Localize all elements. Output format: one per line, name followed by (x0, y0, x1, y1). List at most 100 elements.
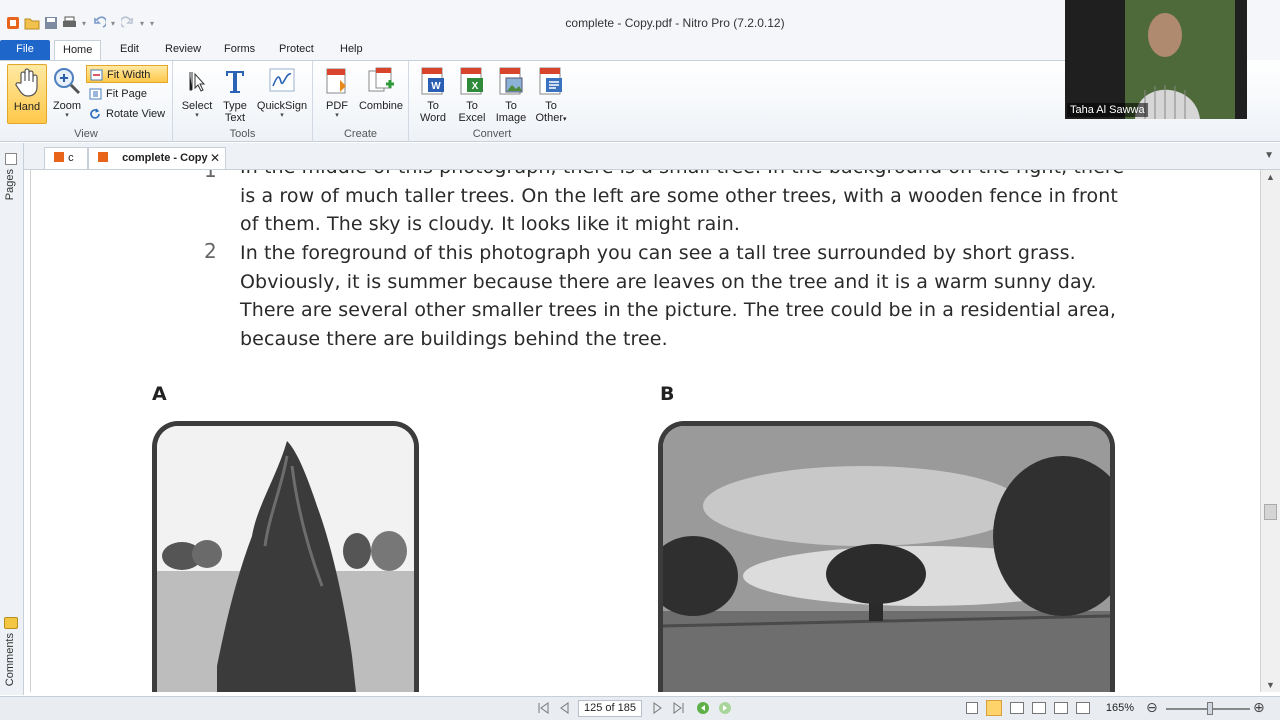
document-view[interactable]: 1 In the middle of this photograph, ther… (30, 170, 1256, 692)
to-word-label-2: Word (419, 112, 447, 124)
zoom-in-icon[interactable]: ⊕ (1253, 699, 1265, 716)
paragraph-number: 1 (204, 170, 217, 182)
forward-icon[interactable] (718, 701, 732, 715)
comments-panel-tab[interactable]: Comments (4, 633, 16, 686)
single-page-view-icon[interactable] (966, 702, 978, 714)
to-excel-label-2: Excel (458, 112, 486, 124)
chevron-down-icon: ▾ (335, 112, 339, 119)
paragraph-line: because there are buildings behind the t… (240, 327, 668, 350)
zoom-button[interactable]: Zoom ▾ (47, 64, 87, 124)
status-bar: 125 of 185 165% ⊖ ⊕ (0, 696, 1280, 720)
hand-tool-button[interactable]: Hand (7, 64, 47, 124)
select-label: Select (181, 100, 213, 112)
tools-group-label: Tools (229, 128, 256, 140)
combine-label: Combine (358, 100, 404, 112)
to-other-label-2: Other (535, 112, 563, 124)
zoom-label: Zoom (52, 100, 82, 112)
document-tab-active[interactable]: complete - Copy ✕ (88, 147, 226, 169)
fit-page-view-icon[interactable] (1076, 702, 1090, 714)
zoom-slider-thumb[interactable] (1207, 702, 1213, 715)
other-format-icon (539, 67, 562, 95)
webcam-feed (1065, 0, 1247, 119)
vertical-scrollbar[interactable]: ▲ ▼ (1260, 170, 1280, 692)
fit-width-button[interactable]: Fit Width (86, 65, 168, 83)
svg-text:X: X (472, 81, 479, 92)
fit-width-view-icon[interactable] (1054, 702, 1068, 714)
image-b-label: B (660, 383, 675, 405)
type-text-button[interactable]: Type Text (215, 64, 255, 124)
tab-help[interactable]: Help (332, 40, 371, 60)
to-word-button[interactable]: W To Word (413, 64, 453, 124)
to-image-button[interactable]: To Image (491, 64, 531, 124)
page-number-input[interactable]: 125 of 185 (578, 700, 642, 717)
tab-edit[interactable]: Edit (112, 40, 147, 60)
pdf-file-icon (98, 152, 108, 162)
combine-button[interactable]: Combine (357, 64, 405, 124)
side-panel: Pages Comments (0, 143, 24, 695)
ribbon: Hand Zoom ▾ Fit Width Fit Page Rotate Vi… (0, 60, 1065, 142)
back-icon[interactable] (696, 701, 710, 715)
tab-review[interactable]: Review (157, 40, 209, 60)
document-tab-bar: c complete - Copy ✕ ▼ (0, 143, 1280, 170)
tab-forms[interactable]: Forms (216, 40, 263, 60)
tab-home[interactable]: Home (54, 40, 102, 60)
tab-file[interactable]: File (0, 40, 50, 60)
to-image-label-1: To (505, 100, 517, 112)
rotate-view-label: Rotate View (106, 108, 166, 120)
next-page-icon[interactable] (650, 701, 664, 715)
paragraph-1: In the middle of this photograph, there … (240, 170, 1160, 239)
excel-document-icon: X (460, 67, 483, 95)
quicksign-button[interactable]: QuickSign ▾ (255, 64, 309, 124)
convert-group-label: Convert (472, 128, 512, 140)
pages-panel-tab[interactable]: Pages (4, 169, 16, 200)
continuous-view-icon[interactable] (986, 700, 1002, 716)
pdf-document-icon (326, 68, 346, 94)
first-page-icon[interactable] (536, 701, 550, 715)
comments-panel-icon[interactable] (4, 617, 18, 629)
fit-width-icon (90, 69, 103, 81)
view-group: Hand Zoom ▾ Fit Width Fit Page Rotate Vi… (0, 61, 173, 142)
previous-page-icon[interactable] (558, 701, 572, 715)
chevron-down-icon: ▾ (195, 112, 199, 119)
type-text-label-2: Text (224, 112, 246, 124)
to-excel-button[interactable]: X To Excel (452, 64, 492, 124)
signature-icon (269, 68, 295, 92)
scrollbar-thumb[interactable] (1264, 504, 1277, 520)
last-page-icon[interactable] (672, 701, 686, 715)
paragraph-line: Obviously, it is summer because there ar… (240, 270, 1097, 293)
select-cursor-icon (189, 72, 206, 92)
to-excel-label-1: To (466, 100, 478, 112)
svg-text:W: W (431, 81, 441, 92)
continuous-facing-view-icon[interactable] (1032, 702, 1046, 714)
zoom-out-icon[interactable]: ⊖ (1146, 699, 1158, 716)
create-group-label: Create (343, 128, 378, 140)
select-button[interactable]: Select ▾ (177, 64, 217, 124)
tab-protect[interactable]: Protect (271, 40, 322, 60)
scroll-down-icon[interactable]: ▼ (1266, 680, 1275, 690)
hand-label: Hand (13, 101, 41, 113)
scroll-up-icon[interactable]: ▲ (1266, 172, 1275, 182)
image-a-label: A (152, 383, 167, 405)
close-icon[interactable]: ✕ (210, 148, 220, 168)
facing-view-icon[interactable] (1010, 702, 1024, 714)
fit-page-label: Fit Page (106, 88, 147, 100)
fit-page-icon (89, 88, 102, 100)
combine-icon (368, 67, 394, 92)
rotate-view-button[interactable]: Rotate View (86, 105, 170, 123)
fit-page-button[interactable]: Fit Page (86, 85, 168, 103)
paragraph-line: is a row of much taller trees. On the le… (240, 184, 1118, 207)
create-pdf-button[interactable]: PDF ▾ (317, 64, 357, 124)
paragraph-line: In the foreground of this photograph you… (240, 242, 1076, 264)
pages-panel-icon[interactable] (5, 153, 17, 165)
view-group-label: View (74, 128, 98, 140)
paragraph-line: There are several other smaller trees in… (240, 299, 1117, 321)
convert-group: W To Word X To Excel To Image To Other▾ … (409, 61, 575, 142)
chevron-down-icon[interactable]: ▼ (1264, 150, 1274, 161)
document-tab-active-label: complete - Copy (122, 152, 208, 164)
type-text-label-1: Type (223, 100, 247, 112)
document-tab-1[interactable]: c (44, 147, 88, 169)
tools-group: Select ▾ Type Text QuickSign ▾ Tools (173, 61, 313, 142)
chevron-down-icon: ▾ (65, 112, 69, 119)
to-other-button[interactable]: To Other▾ (530, 64, 572, 124)
zoom-level[interactable]: 165% (1100, 700, 1140, 717)
